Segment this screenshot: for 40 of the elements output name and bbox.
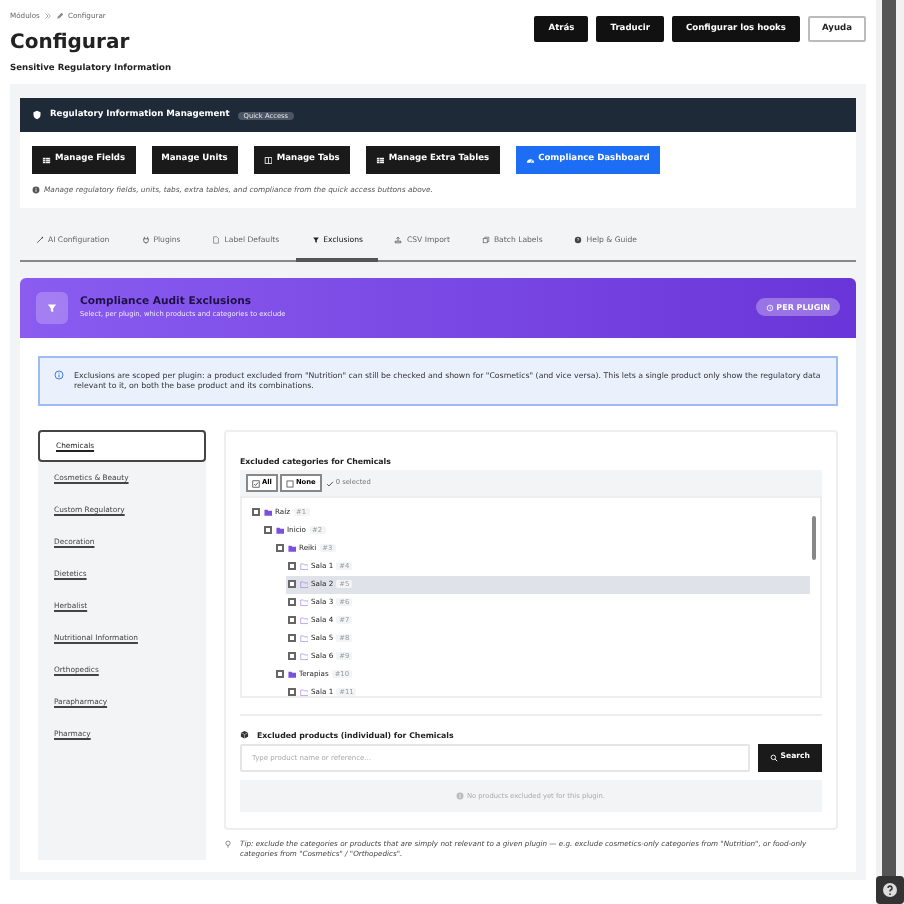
page-scrollbar[interactable] [882, 0, 896, 876]
help-icon [574, 236, 583, 245]
page-title: Configurar [10, 29, 132, 56]
checkbox[interactable] [288, 616, 296, 625]
question-icon [882, 882, 898, 898]
copy-icon [481, 236, 490, 245]
plug-icon [141, 236, 150, 245]
checkbox[interactable] [288, 580, 296, 589]
checkbox[interactable] [264, 526, 272, 535]
shield-icon [32, 110, 42, 121]
info-icon [54, 369, 64, 380]
help-button[interactable] [876, 876, 904, 904]
table-icon [375, 155, 385, 165]
chevron-icon [43, 12, 52, 21]
upload-icon [394, 236, 403, 245]
lightbulb-icon [224, 840, 232, 849]
tree-scrollbar[interactable] [811, 515, 815, 560]
target-icon [766, 303, 775, 312]
info-icon [456, 792, 465, 801]
columns-icon [263, 155, 273, 165]
checkbox[interactable] [276, 670, 284, 679]
checkbox[interactable] [252, 508, 260, 517]
filter-icon [46, 301, 58, 314]
checkbox[interactable] [288, 688, 296, 697]
info-icon [32, 186, 40, 195]
checkbox[interactable] [288, 598, 296, 607]
search-icon [769, 753, 778, 762]
checkbox[interactable] [276, 544, 284, 553]
checkbox-icon [252, 479, 260, 488]
table-icon [42, 155, 51, 165]
checkbox[interactable] [288, 634, 296, 643]
square-icon [285, 479, 294, 488]
box-icon [240, 730, 249, 740]
check-icon [325, 479, 334, 488]
checkbox[interactable] [288, 562, 296, 571]
document-icon [212, 236, 221, 245]
pencil-icon [55, 12, 64, 21]
checkbox[interactable] [288, 652, 296, 661]
gauge-icon [525, 155, 535, 165]
filter-icon [311, 236, 320, 245]
